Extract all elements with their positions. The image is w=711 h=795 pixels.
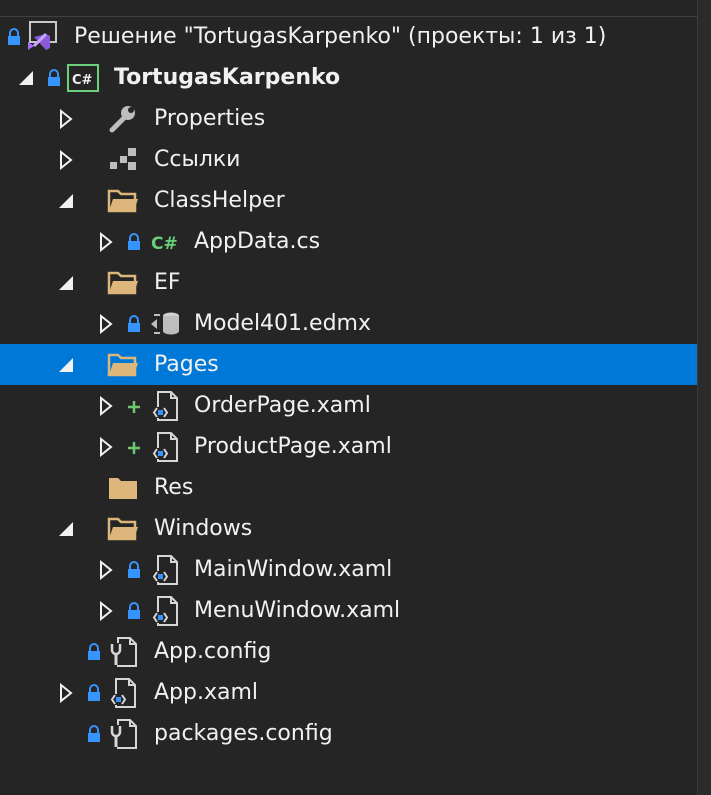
- tree-row-classhelper[interactable]: ClassHelper: [0, 180, 697, 221]
- tree-row-ef[interactable]: EF: [0, 262, 697, 303]
- tree-label: App.config: [154, 639, 272, 664]
- lock-icon: [124, 600, 144, 622]
- visual-studio-solution-icon: [24, 20, 58, 54]
- tree-row-menuwindow[interactable]: MenuWindow.xaml: [0, 590, 697, 631]
- tree-label: Pages: [154, 352, 219, 377]
- collapsed-arrow-icon[interactable]: [58, 150, 76, 170]
- xaml-file-icon: [148, 553, 182, 587]
- lock-icon: [44, 67, 64, 89]
- expanded-arrow-icon[interactable]: [58, 191, 76, 211]
- tree-label: Model401.edmx: [194, 311, 371, 336]
- collapsed-arrow-icon[interactable]: [98, 314, 116, 334]
- tree-row-windows[interactable]: Windows: [0, 508, 697, 549]
- lock-icon: [84, 641, 104, 663]
- panel-top-border: [0, 0, 697, 17]
- collapsed-arrow-icon[interactable]: [98, 560, 116, 580]
- lock-icon: [84, 682, 104, 704]
- lock-icon: [124, 231, 144, 253]
- folder-closed-icon: [106, 471, 140, 505]
- tree-label: ClassHelper: [154, 188, 285, 213]
- tree-label: ProductPage.xaml: [194, 434, 392, 459]
- tree-label: packages.config: [154, 721, 333, 746]
- xaml-file-icon: [106, 676, 140, 710]
- folder-open-icon: [106, 266, 140, 300]
- tree-label: Res: [154, 475, 194, 500]
- config-file-icon: [106, 717, 140, 751]
- tree-label: OrderPage.xaml: [194, 393, 371, 418]
- collapsed-arrow-icon[interactable]: [98, 601, 116, 621]
- svg-text:C#: C#: [72, 73, 93, 88]
- expanded-arrow-icon[interactable]: [58, 273, 76, 293]
- tree-label: MenuWindow.xaml: [194, 598, 401, 623]
- tree-label: MainWindow.xaml: [194, 557, 393, 582]
- edmx-model-icon: [148, 307, 182, 341]
- lock-icon: [84, 723, 104, 745]
- tree-label: Windows: [154, 516, 253, 541]
- solution-explorer-tree: Решение "TortugasKarpenko" (проекты: 1 и…: [0, 16, 697, 754]
- collapsed-arrow-icon[interactable]: [98, 437, 116, 457]
- xaml-file-icon: [148, 389, 182, 423]
- tree-row-productpage[interactable]: ProductPage.xaml: [0, 426, 697, 467]
- expanded-arrow-icon[interactable]: [18, 68, 36, 88]
- tree-row-references[interactable]: Ссылки: [0, 139, 697, 180]
- tree-row-packagesconfig[interactable]: packages.config: [0, 713, 697, 754]
- tree-label: EF: [154, 270, 181, 295]
- tree-row-appconfig[interactable]: App.config: [0, 631, 697, 672]
- collapsed-arrow-icon[interactable]: [98, 232, 116, 252]
- collapsed-arrow-icon[interactable]: [58, 109, 76, 129]
- lock-icon: [124, 313, 144, 335]
- tree-row-orderpage[interactable]: OrderPage.xaml: [0, 385, 697, 426]
- lock-icon: [124, 559, 144, 581]
- folder-open-icon: [106, 512, 140, 546]
- tree-row-pages[interactable]: Pages: [0, 344, 697, 385]
- tree-row-project[interactable]: C# TortugasKarpenko: [0, 57, 697, 98]
- tree-row-res[interactable]: Res: [0, 467, 697, 508]
- tree-row-solution[interactable]: Решение "TortugasKarpenko" (проекты: 1 и…: [0, 16, 697, 57]
- collapsed-arrow-icon[interactable]: [98, 396, 116, 416]
- tree-row-mainwindow[interactable]: MainWindow.xaml: [0, 549, 697, 590]
- tree-label: Решение "TortugasKarpenko" (проекты: 1 и…: [74, 24, 607, 49]
- csharp-project-icon: C#: [66, 61, 100, 95]
- tree-label: Ссылки: [154, 147, 241, 172]
- tree-row-model[interactable]: Model401.edmx: [0, 303, 697, 344]
- svg-text:C#: C#: [151, 234, 178, 254]
- tree-row-properties[interactable]: Properties: [0, 98, 697, 139]
- expanded-arrow-icon[interactable]: [58, 519, 76, 539]
- collapsed-arrow-icon[interactable]: [58, 683, 76, 703]
- folder-open-icon: [106, 184, 140, 218]
- expanded-arrow-icon[interactable]: [58, 355, 76, 375]
- pending-add-icon: [124, 395, 144, 417]
- references-icon: [106, 143, 140, 177]
- pending-add-icon: [124, 436, 144, 458]
- tree-label: AppData.cs: [194, 229, 321, 254]
- xaml-file-icon: [148, 430, 182, 464]
- vertical-scrollbar[interactable]: [697, 0, 711, 795]
- tree-label: App.xaml: [154, 680, 259, 705]
- xaml-file-icon: [148, 594, 182, 628]
- config-file-icon: [106, 635, 140, 669]
- tree-row-appdata[interactable]: C# AppData.cs: [0, 221, 697, 262]
- folder-open-icon: [106, 348, 140, 382]
- wrench-icon: [106, 102, 140, 136]
- lock-icon: [4, 26, 24, 48]
- csharp-file-icon: C#: [148, 225, 182, 259]
- tree-row-appxaml[interactable]: App.xaml: [0, 672, 697, 713]
- tree-label: Properties: [154, 106, 266, 131]
- tree-label: TortugasKarpenko: [114, 65, 341, 90]
